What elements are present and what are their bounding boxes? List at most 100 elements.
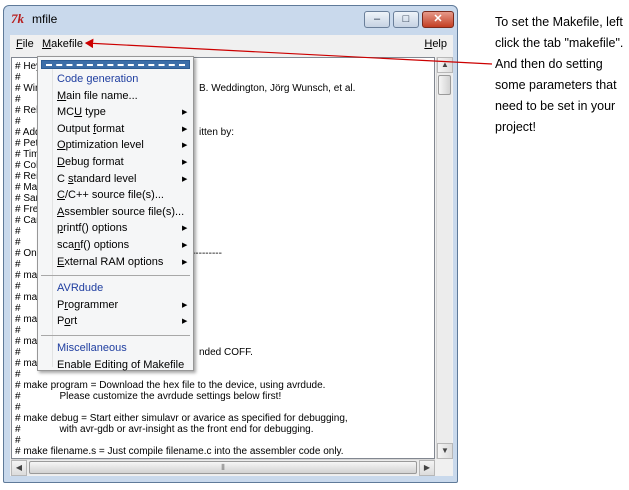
menu-item[interactable]: Debug format xyxy=(57,156,124,169)
window-title: mfile xyxy=(32,12,58,26)
menu-item-accel: M xyxy=(57,89,67,102)
text-line: # Car xyxy=(15,215,40,226)
menu-item[interactable]: Optimization level xyxy=(57,139,144,152)
menu-item-label: ebug format xyxy=(64,156,124,168)
scroll-left-arrow-icon[interactable]: ◀ xyxy=(11,460,27,476)
menu-item-label: ogrammer xyxy=(68,298,119,311)
text-fragment: nded COFF. xyxy=(199,347,253,358)
close-icon: ✕ xyxy=(433,13,443,25)
text-fragment: B. Weddington, Jörg Wunsch, et al. xyxy=(199,83,356,94)
menu-item-label: xternal RAM options xyxy=(64,255,164,268)
menu-item-accel: O xyxy=(57,139,66,152)
submenu-arrow-icon: ▶ xyxy=(182,159,188,166)
submenu-arrow-icon: ▶ xyxy=(182,142,188,150)
text-line: # make program = Download the hex file t… xyxy=(15,380,326,391)
text-line: # Please customize the avrdude settings … xyxy=(15,391,282,402)
annotation-note: To set the Makefile, left click the tab … xyxy=(495,15,624,134)
text-line: # Wir xyxy=(15,83,39,94)
scroll-down-arrow-icon[interactable]: ▼ xyxy=(437,443,453,459)
minimize-button[interactable]: – xyxy=(364,11,390,28)
submenu-arrow-icon: ▶ xyxy=(182,109,188,117)
submenu-arrow-icon: ▶ xyxy=(182,301,188,309)
text-line: # xyxy=(15,226,21,237)
menu-item[interactable]: Main file name... xyxy=(57,90,138,103)
menu-item-label: ormat xyxy=(96,122,125,135)
menu-item-label: tandard level xyxy=(73,172,137,185)
menu-item[interactable]: C standard level xyxy=(57,173,137,186)
menu-item-label: MC xyxy=(57,106,75,119)
menu-item[interactable]: printf() options xyxy=(57,222,127,235)
menu-item-label: Output xyxy=(57,122,94,135)
menu-help[interactable]: Help xyxy=(424,38,447,50)
scroll-right-arrow-icon[interactable]: ▶ xyxy=(419,460,435,476)
menu-item[interactable]: Output format xyxy=(57,123,124,136)
text-line: # with avr-gdb or avr-insight as the fro… xyxy=(15,424,314,435)
menu-item-label: C xyxy=(57,172,68,185)
menu-file-label: ile xyxy=(22,38,34,50)
menu-item-label: rt xyxy=(70,315,78,328)
menu-item[interactable]: MCU type xyxy=(57,106,106,119)
menu-item-label: ssembler source file(s)... xyxy=(64,205,185,218)
tk-logo-icon: 7k xyxy=(11,11,24,26)
menu-makefile[interactable]: Makefile xyxy=(42,38,83,50)
menu-item[interactable]: Port xyxy=(57,315,77,328)
text-line: # xyxy=(15,402,21,413)
menu-item[interactable]: Programmer xyxy=(57,299,118,312)
close-button[interactable]: ✕ xyxy=(422,11,454,28)
text-line: # Rei xyxy=(15,171,39,182)
text-line: # xyxy=(15,94,21,105)
menu-separator xyxy=(41,335,190,336)
text-line: # xyxy=(15,72,21,83)
text-line: # xyxy=(15,325,21,336)
text-line: # xyxy=(15,369,21,380)
maximize-icon: □ xyxy=(402,13,410,25)
menu-item-label: ptimization level xyxy=(65,139,144,152)
menu-item-label: rintf() options xyxy=(63,222,128,235)
text-line: # On xyxy=(15,248,37,259)
submenu-arrow-icon: ▶ xyxy=(182,242,188,249)
text-line: # xyxy=(15,303,21,314)
maximize-button[interactable]: □ xyxy=(393,11,419,28)
menu-tearoff[interactable] xyxy=(41,60,190,69)
text-line: # xyxy=(15,259,21,270)
menu-item[interactable]: Assembler source file(s)... xyxy=(57,206,184,219)
menu-bar: File Makefile Help xyxy=(10,35,453,55)
text-fragment: itten by: xyxy=(199,127,235,138)
menu-section-header: Code generation xyxy=(57,73,139,85)
menu-item-accel: D xyxy=(57,156,65,168)
menu-item[interactable]: External RAM options xyxy=(57,256,163,269)
tearoff-dashes xyxy=(46,64,185,66)
menu-section-header: Miscellaneous xyxy=(57,342,127,354)
text-line: # make debug = Start either simulavr or … xyxy=(15,413,348,424)
menu-help-label: elp xyxy=(432,38,447,50)
menu-file-accel: F xyxy=(16,38,23,50)
submenu-arrow-icon: ▶ xyxy=(182,258,188,266)
text-line: # xyxy=(15,347,21,358)
menu-item[interactable]: Enable Editing of Makefile xyxy=(57,359,184,372)
scroll-up-arrow-icon[interactable]: ▲ xyxy=(437,57,453,73)
menu-item[interactable]: C/C++ source file(s)... xyxy=(57,189,164,202)
menu-item-accel: U xyxy=(74,106,83,119)
menu-item-label: f() options xyxy=(80,239,130,251)
menu-separator xyxy=(41,275,190,277)
menu-item-accel: C xyxy=(57,189,65,202)
horizontal-scroll-thumb[interactable]: ⦀ xyxy=(29,461,417,474)
horizontal-scrollbar[interactable]: ◀ ⦀ ▶ xyxy=(11,459,435,476)
text-line: # Rel xyxy=(15,105,39,116)
menu-item-label: sca xyxy=(57,239,75,251)
minimize-icon: – xyxy=(373,13,381,25)
submenu-arrow-icon: ▶ xyxy=(182,125,188,133)
menu-item[interactable]: scanf() options xyxy=(57,239,129,252)
menu-makefile-accel: M xyxy=(42,38,52,50)
text-line: # xyxy=(15,237,21,248)
vertical-scroll-thumb[interactable] xyxy=(438,75,451,95)
menu-file[interactable]: File xyxy=(16,38,34,50)
text-line: # xyxy=(15,281,21,292)
text-line: # make filename.s = Just compile filenam… xyxy=(15,446,344,457)
text-line: # xyxy=(15,116,21,127)
text-line: # Tim xyxy=(15,149,40,160)
title-bar[interactable]: 7k mfile – □ ✕ xyxy=(4,6,457,34)
menu-item-label: /C++ source file(s)... xyxy=(64,189,164,202)
makefile-dropdown-menu: Code generation Main file name... MCU type… xyxy=(37,56,194,371)
vertical-scrollbar[interactable]: ▲ ▼ xyxy=(436,57,453,459)
